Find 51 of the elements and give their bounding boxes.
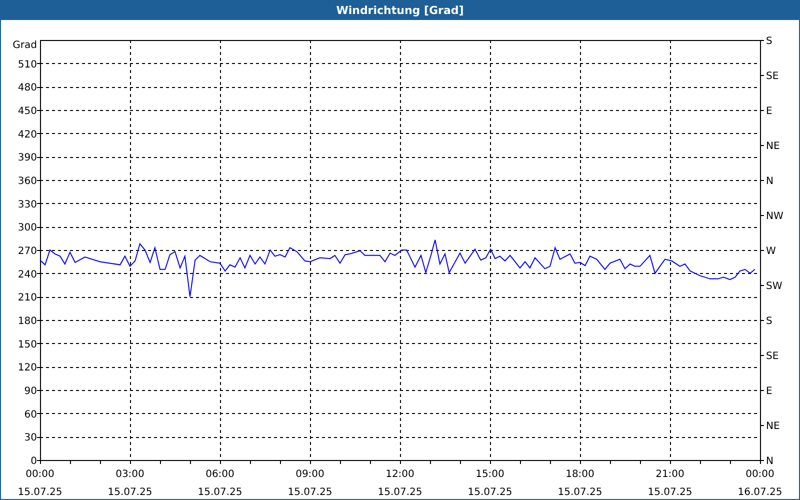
y-axis-title: Grad xyxy=(12,40,37,51)
x-tick-label: 12:00 xyxy=(386,469,414,480)
compass-tick-label: SW xyxy=(766,281,782,292)
y-tick-label: 30 xyxy=(24,432,37,444)
compass-tick-label: SE xyxy=(766,351,779,362)
x-tick-label: 03:00 xyxy=(116,469,144,480)
compass-tick-label: S xyxy=(766,316,772,327)
compass-tick-label: NE xyxy=(766,141,780,152)
window-title: Windrichtung [Grad] xyxy=(0,0,800,20)
x-tick-label: 06:00 xyxy=(206,469,234,480)
x-tick-date: 15.07.25 xyxy=(558,487,602,498)
y-tick-label: 390 xyxy=(18,152,37,164)
compass-tick-label: SE xyxy=(766,71,779,82)
x-tick-date: 15.07.25 xyxy=(378,487,422,498)
x-tick-label: 09:00 xyxy=(296,469,324,480)
y-tick-label: 150 xyxy=(18,339,37,350)
y-tick-label: 90 xyxy=(24,386,37,397)
y-tick-label: 120 xyxy=(18,362,37,374)
compass-tick-label: NW xyxy=(766,211,784,222)
compass-tick-label: N xyxy=(766,176,774,187)
x-tick-date: 15.07.25 xyxy=(288,487,332,498)
y-tick-label: 180 xyxy=(18,316,37,327)
x-tick-date: 15.07.25 xyxy=(198,487,242,498)
y-tick-label: 0 xyxy=(30,456,37,467)
y-tick-label: 450 xyxy=(18,106,37,117)
y-tick-label: 270 xyxy=(18,246,37,257)
x-tick-date: 15.07.25 xyxy=(108,487,152,498)
y-tick-label: 420 xyxy=(18,129,37,140)
compass-tick-label: E xyxy=(766,106,772,117)
x-tick-date: 16.07.25 xyxy=(738,487,782,498)
compass-tick-label: W xyxy=(766,246,776,257)
y-tick-label: 360 xyxy=(18,176,37,187)
x-tick-label: 15:00 xyxy=(476,469,504,480)
y-tick-label: 240 xyxy=(18,269,37,280)
x-tick-label: 21:00 xyxy=(656,469,684,480)
compass-tick-label: S xyxy=(766,36,772,47)
x-tick-date: 15.07.25 xyxy=(468,487,512,498)
y-tick-label: 210 xyxy=(18,292,37,304)
x-tick-date: 15.07.25 xyxy=(18,487,62,498)
x-tick-label: 18:00 xyxy=(566,469,594,480)
compass-tick-label: N xyxy=(766,456,774,467)
y-tick-label: 60 xyxy=(24,409,37,420)
y-tick-label: 480 xyxy=(18,82,37,94)
x-tick-date: 15.07.25 xyxy=(648,487,692,498)
y-tick-label: 330 xyxy=(18,199,37,210)
y-tick-label: 510 xyxy=(18,59,37,70)
compass-tick-label: NE xyxy=(766,421,780,432)
x-tick-label: 00:00 xyxy=(26,469,54,480)
x-tick-label: 00:00 xyxy=(746,469,774,480)
y-tick-label: 300 xyxy=(18,222,37,234)
compass-tick-label: E xyxy=(766,386,772,397)
